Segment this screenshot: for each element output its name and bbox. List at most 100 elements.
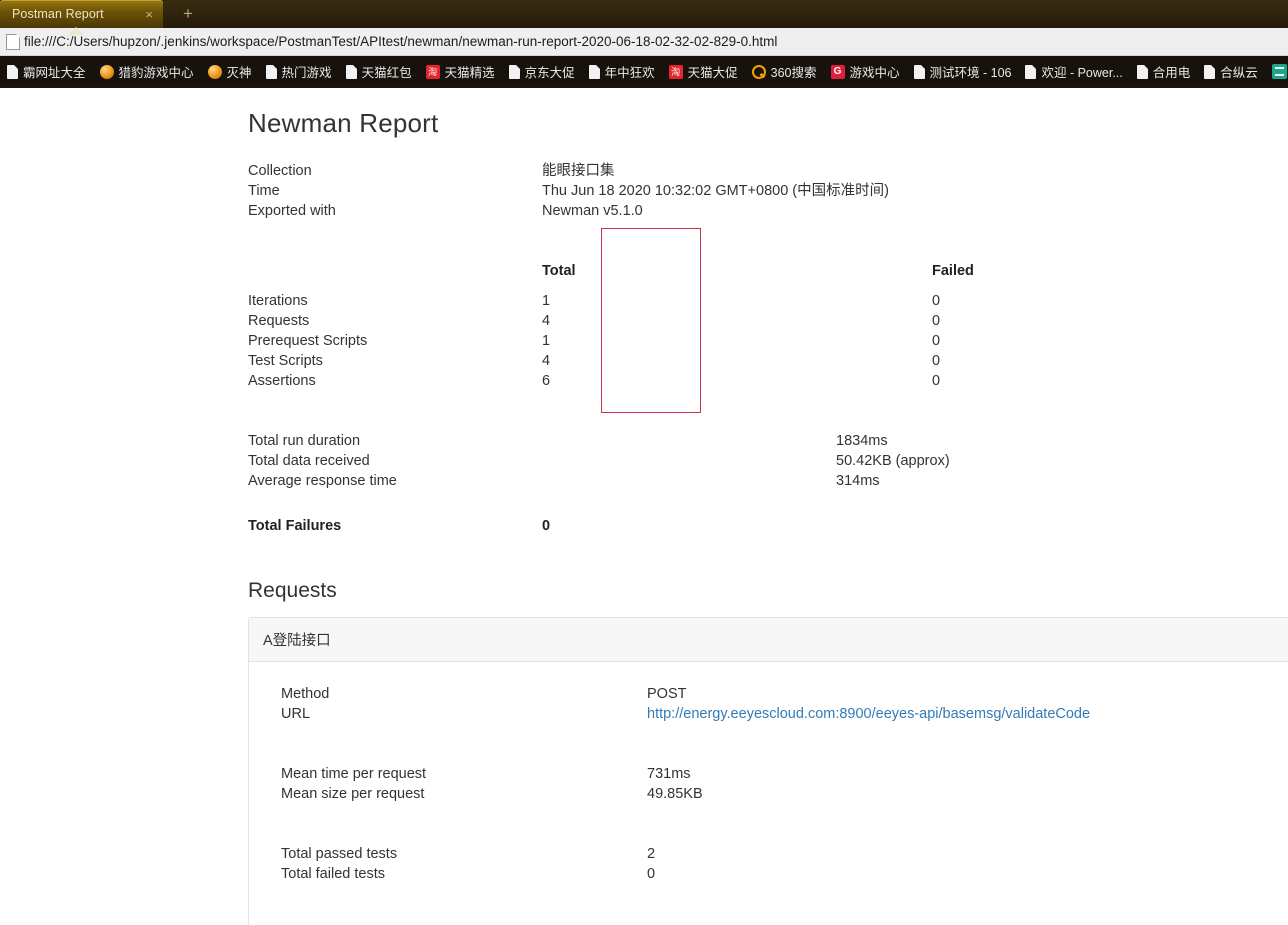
bookmark-label: 欢迎 - Power... <box>1041 66 1123 80</box>
stats-header-failed: Failed <box>932 263 974 279</box>
address-bar-url: file:///C:/Users/hupzon/.jenkins/workspa… <box>24 34 778 49</box>
bookmark-label: 年中狂欢 <box>604 66 655 80</box>
doc-icon <box>508 64 520 79</box>
bookmark-label: 天猫精选 <box>444 66 495 80</box>
stats-row-label: Assertions <box>248 373 316 389</box>
address-bar[interactable]: file:///C:/Users/hupzon/.jenkins/workspa… <box>0 28 1288 56</box>
request-url-link[interactable]: http://energy.eeyescloud.com:8900/eeyes-… <box>647 704 1090 724</box>
request-panel: A登陆接口 Method POST URL http://energy.eeyescl… <box>248 617 1288 925</box>
bookmark-item[interactable]: 合用电 <box>1130 56 1198 87</box>
close-icon[interactable]: × <box>141 8 157 21</box>
browser-tab[interactable]: Postman Report × <box>0 0 163 35</box>
bookmark-label: 灭神 <box>226 66 252 80</box>
bookmark-item[interactable]: 猎豹游戏中心 <box>93 56 201 87</box>
browser-chrome: Postman Report × + file:///C:/Users/hupz… <box>0 0 1288 88</box>
g-icon: G <box>830 64 845 79</box>
stats-header-row: Total Failed <box>248 261 1288 281</box>
stats-row: Prerequest Scripts 1 0 <box>248 331 1288 351</box>
bookmark-label: 测试环境 - 106 <box>929 66 1012 80</box>
stats-row-failed: 0 <box>932 353 941 369</box>
bookmark-item[interactable]: 欢迎 - Power... <box>1018 56 1129 87</box>
bookmark-item[interactable]: 京东大促 <box>502 56 582 87</box>
doc-icon <box>1136 64 1148 79</box>
doc-icon <box>913 64 925 79</box>
bookmark-label: 霸网址大全 <box>23 66 86 80</box>
duration-value: 314ms <box>836 473 880 489</box>
bookmark-item[interactable] <box>1265 56 1288 87</box>
request-detail-value: POST <box>647 686 687 702</box>
doc-icon <box>588 64 600 79</box>
stats-row-failed: 0 <box>932 333 941 349</box>
meta-value: 能眼接口集 <box>542 163 615 179</box>
doc-icon <box>345 64 357 79</box>
page-title: Newman Report <box>248 108 439 138</box>
stats-row-label: Iterations <box>248 293 308 309</box>
bookmark-item[interactable]: 天猫红包 <box>339 56 419 87</box>
bookmark-item[interactable]: 霸网址大全 <box>0 56 93 87</box>
total-failures-value: 0 <box>542 518 551 534</box>
new-tab-button[interactable]: + <box>173 0 203 28</box>
bookmark-label: 360搜索 <box>770 66 817 80</box>
bookmark-label: 合用电 <box>1152 66 1191 80</box>
bookmark-item[interactable]: 热门游戏 <box>259 56 339 87</box>
stats-row-total: 4 <box>542 313 551 329</box>
bookmark-item[interactable]: 测试环境 - 106 <box>907 56 1019 87</box>
stats-row-label: Requests <box>248 313 310 329</box>
duration-label: Average response time <box>248 473 397 489</box>
duration-row: Total run duration 1834ms <box>248 431 1288 451</box>
total-failures-label: Total Failures <box>248 518 342 534</box>
meta-row: Time Thu Jun 18 2020 10:32:02 GMT+0800 (中… <box>248 181 1288 201</box>
tmall-icon: 淘 <box>668 64 683 79</box>
doc-icon <box>1025 64 1037 79</box>
duration-row: Average response time 314ms <box>248 471 1288 491</box>
duration-value: 1834ms <box>836 433 888 449</box>
stats-row-label: Test Scripts <box>248 353 323 369</box>
duration-value: 50.42KB (approx) <box>836 453 950 469</box>
report-page: Newman Report Collection 能眼接口集 Time Thu Jun… <box>0 88 1288 925</box>
stats-row-total: 6 <box>542 373 551 389</box>
request-detail-row: Method POST <box>281 684 1257 704</box>
duration-row: Total data received 50.42KB (approx) <box>248 451 1288 471</box>
stats-row-failed: 0 <box>932 313 941 329</box>
request-test-total-value: 0 <box>647 866 656 882</box>
duration-stats: Total run duration 1834ms Total data recei… <box>248 431 1288 491</box>
bookmark-item[interactable]: 360搜索 <box>745 56 824 87</box>
request-name[interactable]: A登陆接口 <box>249 618 1288 662</box>
report-meta: Collection 能眼接口集 Time Thu Jun 18 2020 10:32… <box>248 161 1288 221</box>
request-test-total-value: 2 <box>647 846 656 862</box>
doc-icon <box>7 64 18 79</box>
meta-label: Collection <box>248 163 312 179</box>
page-icon <box>6 33 20 50</box>
tab-pointer-icon <box>68 27 84 35</box>
request-mean-row: Mean time per request 731ms <box>281 764 1257 784</box>
bookmark-label: 天猫红包 <box>361 66 412 80</box>
stats-row: Iterations 1 0 <box>248 291 1288 311</box>
bookmark-item[interactable]: 合纵云 <box>1197 56 1265 87</box>
stats-row-total: 1 <box>542 293 551 309</box>
bookmark-label: 猎豹游戏中心 <box>118 66 194 80</box>
meta-row: Collection 能眼接口集 <box>248 161 1288 181</box>
request-mean-row: Mean size per request 49.85KB <box>281 784 1257 804</box>
bookmark-item[interactable]: G 游戏中心 <box>824 56 907 87</box>
request-detail-label: Method <box>281 686 330 702</box>
360-icon <box>751 64 766 79</box>
stats-row-failed: 0 <box>932 373 941 389</box>
request-mean-value: 49.85KB <box>647 786 703 802</box>
orb-icon <box>99 64 114 79</box>
request-test-total-row: Total passed tests 2 <box>281 844 1257 864</box>
doc-icon <box>1204 64 1216 79</box>
summary-stats: Total Failed Iterations 1 0 Requests 4 0 Prere… <box>248 228 1288 413</box>
meta-value: Thu Jun 18 2020 10:32:02 GMT+0800 (中国标准时… <box>542 183 889 199</box>
request-detail-label: URL <box>281 706 311 722</box>
stats-header-total: Total <box>542 263 576 279</box>
request-mean-label: Mean size per request <box>281 786 425 802</box>
bookmark-label: 京东大促 <box>524 66 575 80</box>
bookmark-item[interactable]: 淘天猫大促 <box>662 56 745 87</box>
bookmark-item[interactable]: 灭神 <box>201 56 259 87</box>
bookmark-item[interactable]: 淘天猫精选 <box>419 56 502 87</box>
teal-icon <box>1271 64 1287 79</box>
requests-heading: Requests <box>248 579 337 602</box>
bookmark-item[interactable]: 年中狂欢 <box>582 56 662 87</box>
bookmark-label: 合纵云 <box>1220 66 1258 80</box>
request-mean-label: Mean time per request <box>281 766 427 782</box>
